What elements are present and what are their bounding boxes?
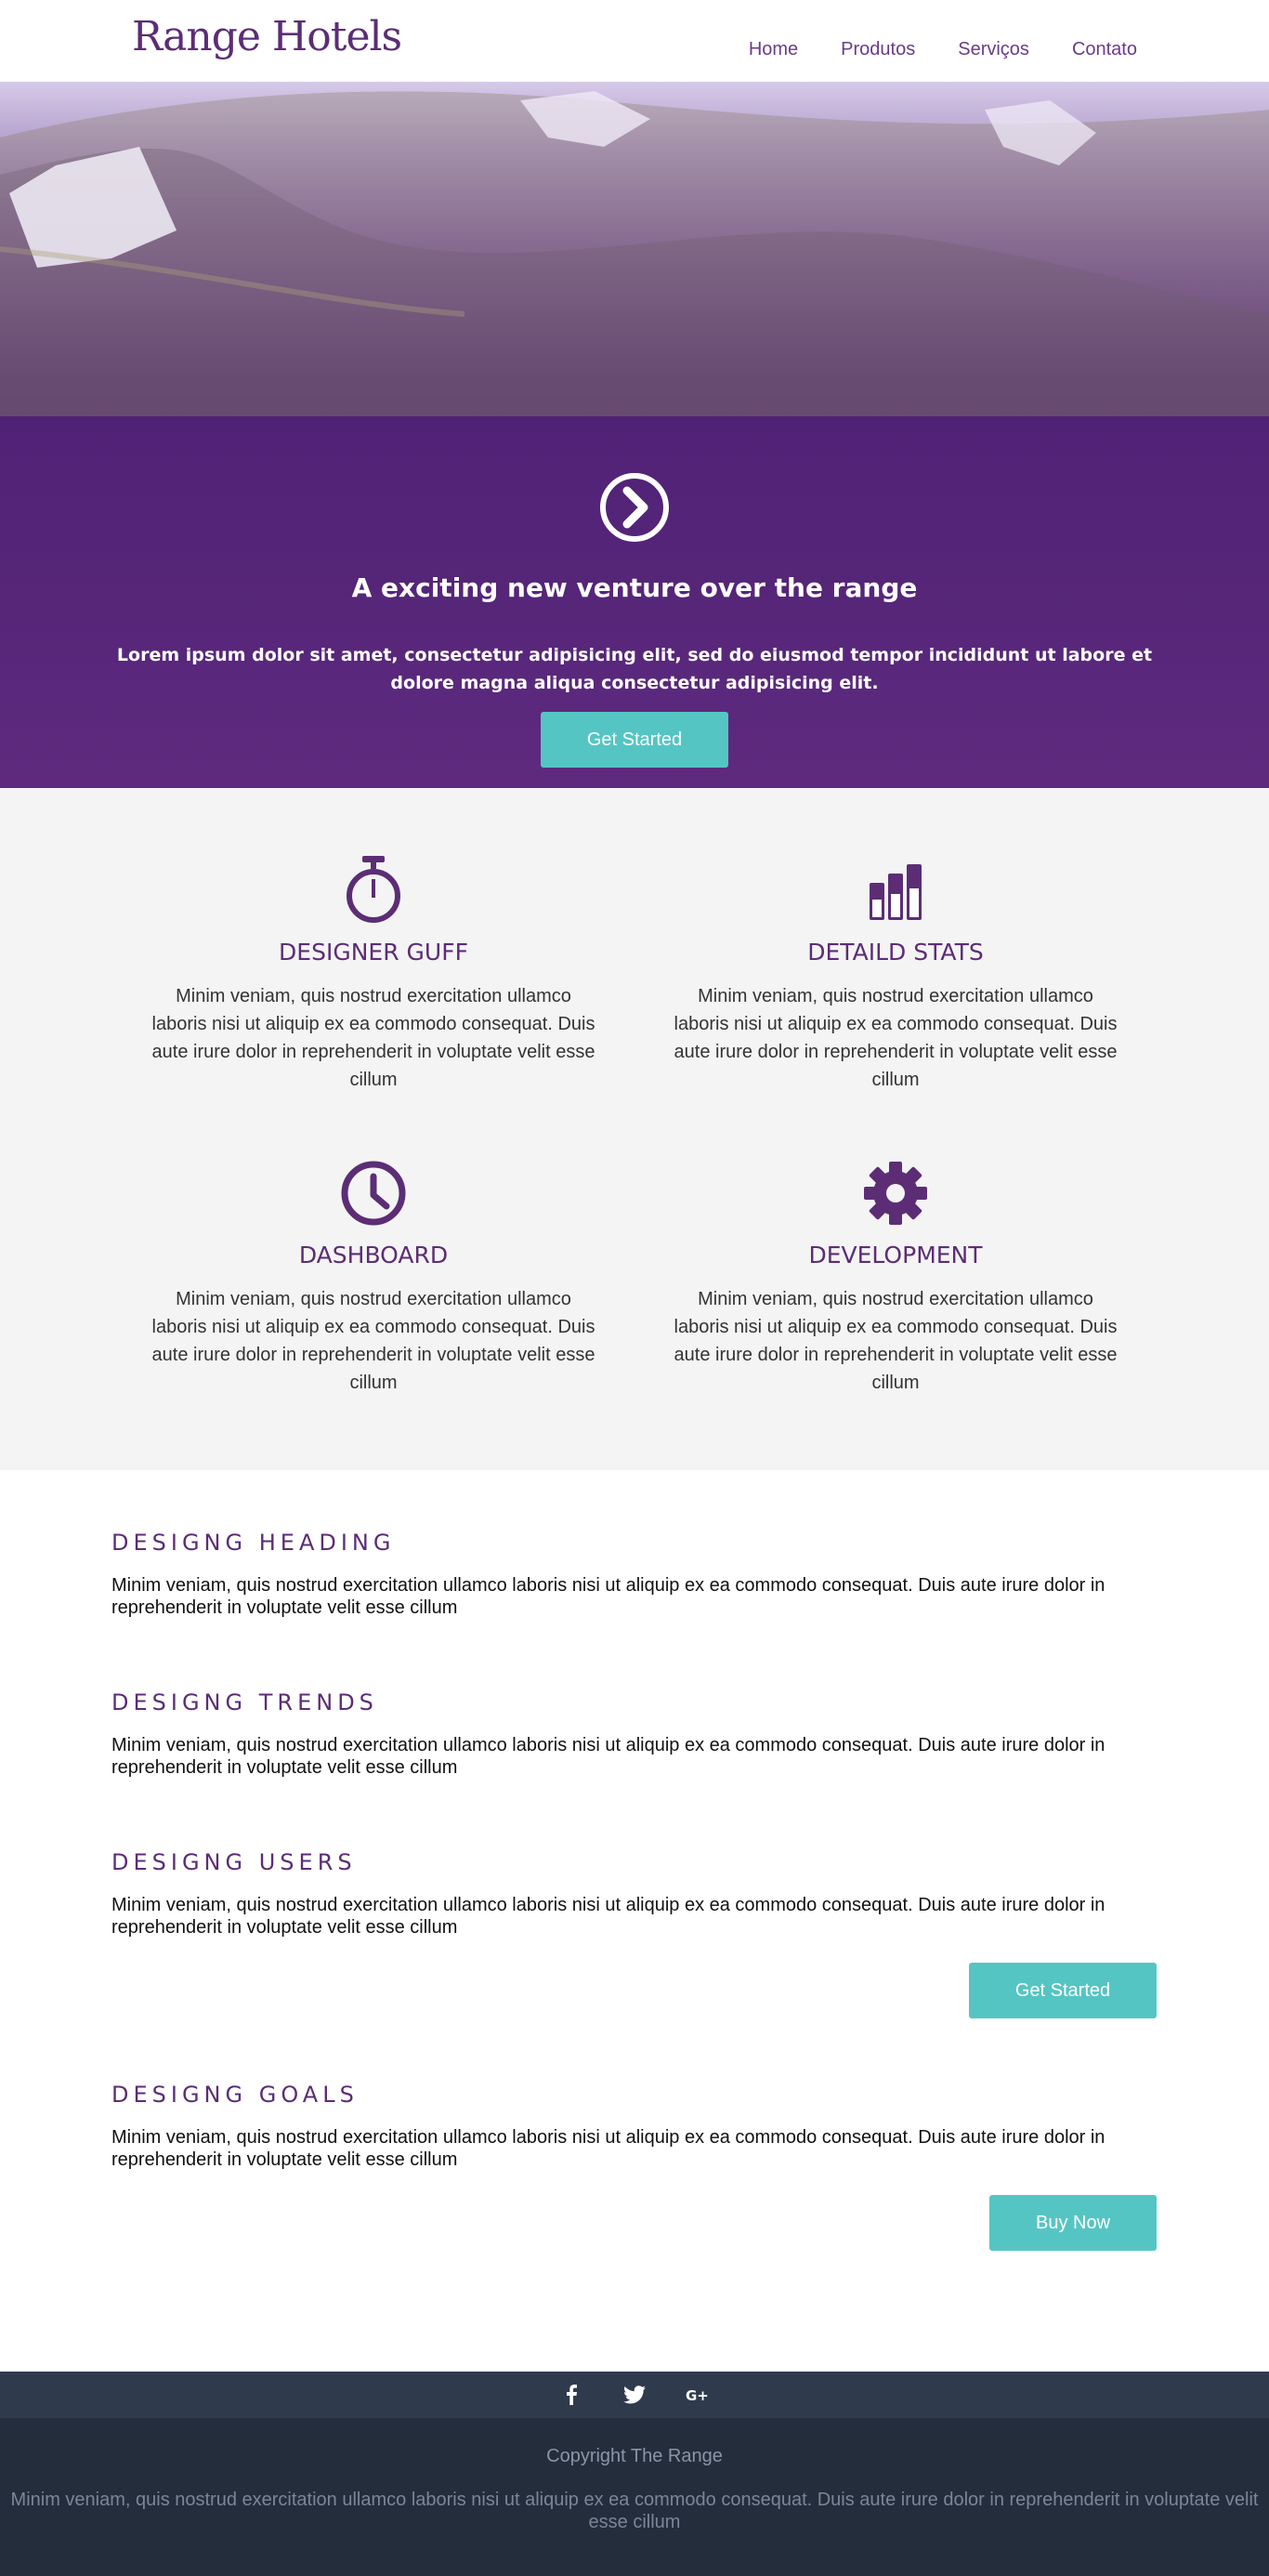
bar-chart-icon xyxy=(870,864,922,920)
gear-icon xyxy=(864,1162,927,1225)
section-text: Minim veniam, quis nostrud exercitation … xyxy=(111,1735,1105,1778)
nav-link-produtos[interactable]: Produtos xyxy=(841,39,915,60)
buy-now-button[interactable]: Buy Now xyxy=(989,2195,1157,2251)
site-logo[interactable]: Range Hotels xyxy=(132,13,402,60)
nav-link-contato[interactable]: Contato xyxy=(1072,39,1137,60)
feature-title: DASHBOARD xyxy=(298,1242,449,1268)
section-designg-goals: DESIGNG GOALS Minim veniam, quis nostrud… xyxy=(111,2082,1158,2171)
feature-text: Minim veniam, quis nostrud exercitation … xyxy=(151,986,595,1090)
svg-text:G+: G+ xyxy=(686,2387,709,2404)
feature-dashboard: DASHBOARD Minim veniam, quis nostrud exe… xyxy=(141,1156,606,1397)
section-text: Minim veniam, quis nostrud exercitation … xyxy=(111,2127,1105,2170)
twitter-icon[interactable] xyxy=(621,2381,648,2409)
section-designg-trends: DESIGNG TRENDS Minim veniam, quis nostru… xyxy=(111,1689,1158,1779)
feature-title: DETAILD STATS xyxy=(807,939,984,966)
clock-icon xyxy=(341,1161,406,1226)
hero-section: A exciting new venture over the range Lo… xyxy=(0,82,1269,788)
section-heading: DESIGNG GOALS xyxy=(111,2082,359,2108)
users-get-started-button[interactable]: Get Started xyxy=(969,1963,1157,2018)
section-heading: DESIGNG TRENDS xyxy=(111,1689,378,1715)
main-nav: Home Produtos Serviços Contato xyxy=(749,39,1137,60)
site-footer: Copyright The Range Minim veniam, quis n… xyxy=(0,2418,1269,2576)
feature-text: Minim veniam, quis nostrud exercitation … xyxy=(674,986,1118,1090)
hero-get-started-button[interactable]: Get Started xyxy=(541,712,728,768)
hero-mountain-image xyxy=(0,82,1269,416)
feature-development: DEVELOPMENT Minim veniam, quis nostrud e… xyxy=(663,1156,1128,1397)
feature-detaild-stats: DETAILD STATS Minim veniam, quis nostrud… xyxy=(663,853,1128,1094)
feature-text: Minim veniam, quis nostrud exercitation … xyxy=(674,1289,1118,1393)
section-text: Minim veniam, quis nostrud exercitation … xyxy=(111,1895,1105,1938)
feature-designer-guff: DESIGNER GUFF Minim veniam, quis nostrud… xyxy=(141,853,606,1094)
footer-description: Minim veniam, quis nostrud exercitation … xyxy=(10,2490,1259,2532)
copyright-text: Copyright The Range xyxy=(546,2446,723,2466)
features-section: DESIGNER GUFF Minim veniam, quis nostrud… xyxy=(0,788,1269,1470)
section-designg-users: DESIGNG USERS Minim veniam, quis nostrud… xyxy=(111,1849,1158,1939)
hero-description: Lorem ipsum dolor sit amet, consectetur … xyxy=(116,645,1153,693)
chevron-circle-right-icon[interactable] xyxy=(599,472,670,543)
feature-title: DESIGNER GUFF xyxy=(279,939,468,966)
site-header: Range Hotels Home Produtos Serviços Cont… xyxy=(0,0,1269,82)
section-heading: DESIGNG USERS xyxy=(111,1849,357,1875)
nav-link-servicos[interactable]: Serviços xyxy=(958,39,1029,60)
section-text: Minim veniam, quis nostrud exercitation … xyxy=(111,1575,1105,1618)
facebook-icon[interactable] xyxy=(557,2381,585,2409)
section-heading: DESIGNG HEADING xyxy=(111,1530,396,1556)
feature-title: DEVELOPMENT xyxy=(808,1242,983,1268)
feature-text: Minim veniam, quis nostrud exercitation … xyxy=(151,1289,595,1393)
google-plus-icon[interactable]: G+ xyxy=(684,2381,712,2409)
hero-title: A exciting new venture over the range xyxy=(351,572,918,603)
social-bar: G+ xyxy=(0,2372,1269,2418)
section-designg-heading: DESIGNG HEADING Minim veniam, quis nostr… xyxy=(111,1530,1158,1619)
stopwatch-icon xyxy=(347,856,400,923)
nav-link-home[interactable]: Home xyxy=(749,39,798,60)
